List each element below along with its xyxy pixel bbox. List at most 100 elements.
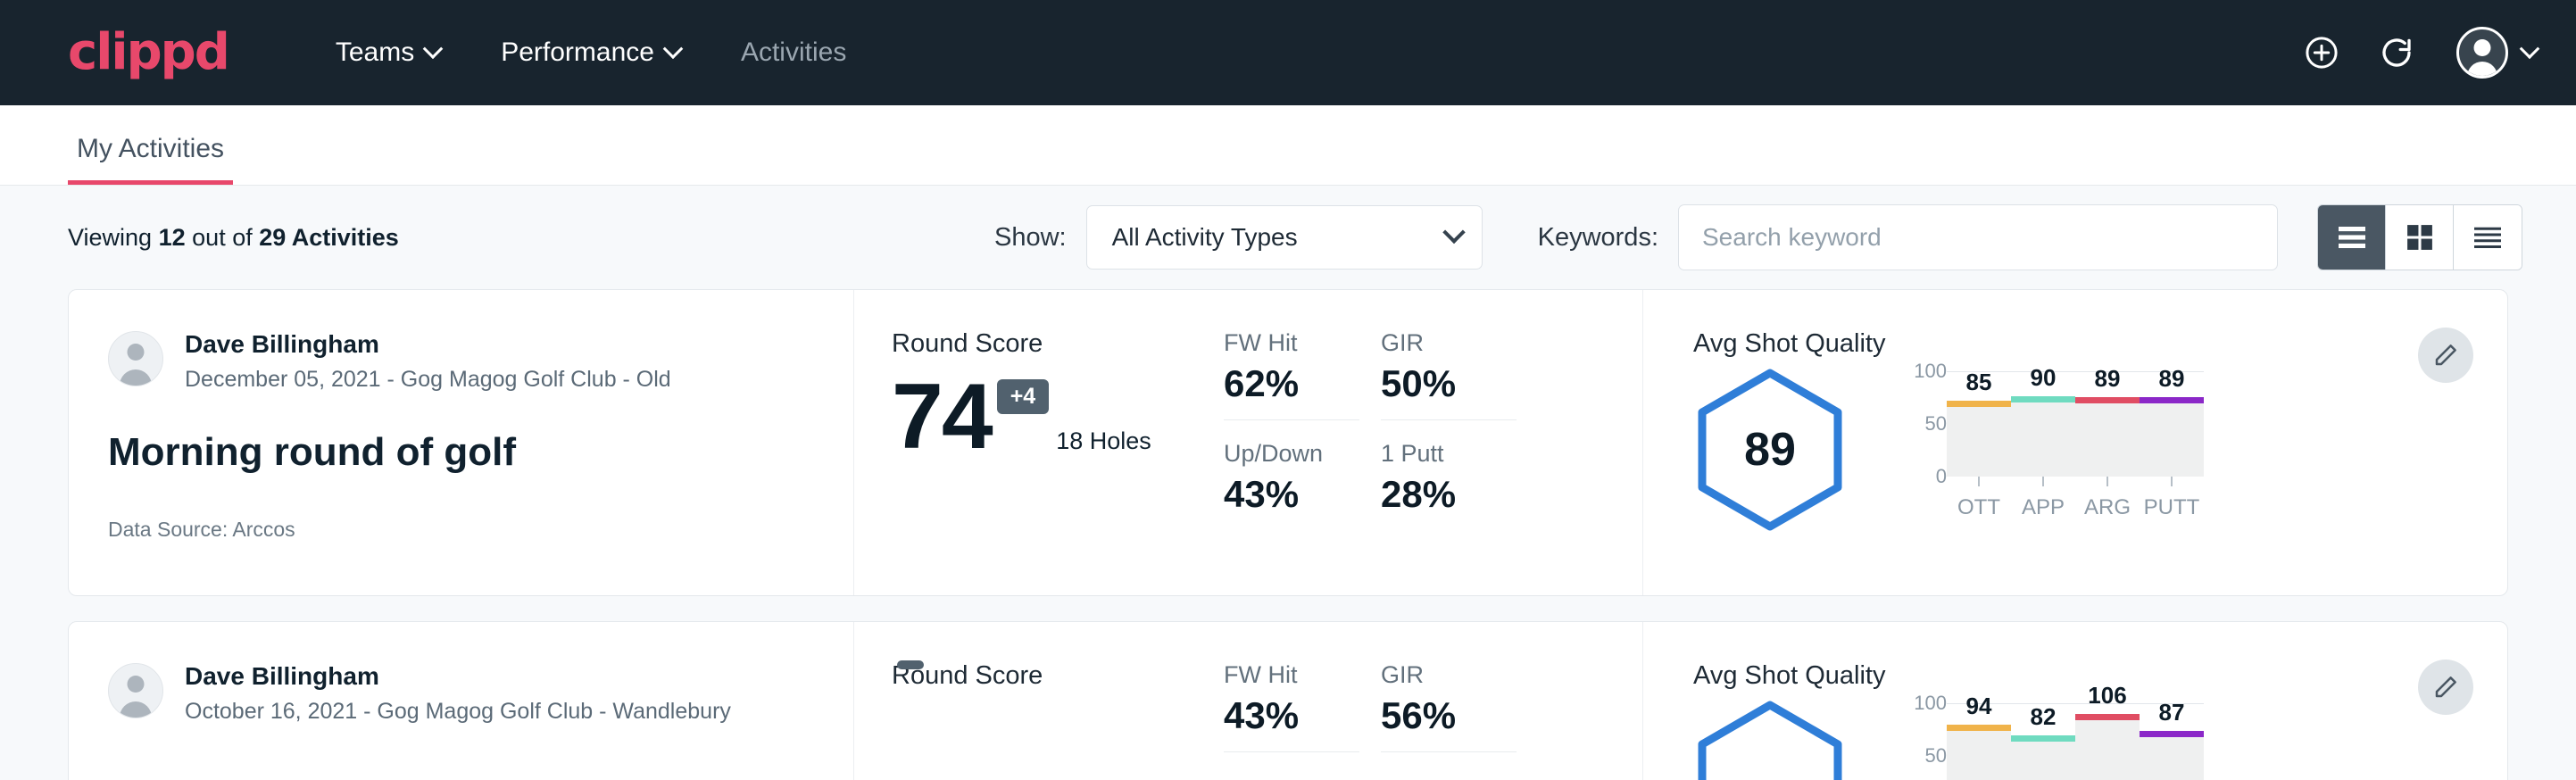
activity-meta: October 16, 2021 - Gog Magog Golf Club -…	[185, 699, 731, 725]
round-score-label: Round Score	[892, 661, 1224, 691]
bar-cap	[2140, 731, 2204, 737]
bar-column-ott[interactable]: 85	[1947, 371, 2011, 477]
bar-value: 89	[2095, 365, 2121, 393]
y-tick: 100	[1914, 360, 1947, 383]
avatar	[108, 331, 163, 386]
round-score-column: Round Score 74 +4 18 Holes	[854, 290, 1224, 595]
search-input[interactable]	[1702, 223, 2254, 252]
x-tick-ott: OTT	[1947, 477, 2011, 520]
bar-column-putt[interactable]: 89	[2140, 371, 2204, 477]
search-input-wrapper[interactable]	[1678, 204, 2278, 270]
bar-column-app[interactable]: 90	[2011, 371, 2075, 477]
bar	[1947, 725, 2011, 780]
viewing-count: 12	[159, 224, 186, 251]
activity-card[interactable]: Dave Billingham October 16, 2021 - Gog M…	[68, 621, 2508, 780]
chevron-down-icon	[2520, 38, 2540, 59]
round-score-row: 74 +4 18 Holes	[892, 375, 1224, 461]
avatar	[108, 663, 163, 718]
bar	[2075, 397, 2140, 477]
show-label: Show:	[994, 223, 1067, 253]
round-score-value: 74	[892, 375, 992, 461]
quality-hexagon-wrap: 89	[1693, 362, 1872, 532]
author-name: Dave Billingham	[185, 329, 671, 360]
viewing-count-text: Viewing 12 out of 29 Activities	[68, 224, 399, 252]
edit-activity-button[interactable]	[2418, 328, 2473, 383]
bar-cap	[2140, 397, 2204, 403]
activity-type-select[interactable]: All Activity Types	[1086, 205, 1483, 270]
bar-value: 82	[2031, 703, 2057, 731]
round-score-label: Round Score	[892, 329, 1224, 359]
quality-hexagon-wrap	[1693, 694, 1872, 780]
tab-label: My Activities	[77, 134, 224, 163]
stat-value: 62%	[1224, 362, 1359, 420]
chart-x-axis: OTT APP ARG	[1947, 477, 2204, 520]
activity-card[interactable]: Dave Billingham December 05, 2021 - Gog …	[68, 289, 2508, 596]
stat-gir: GIR 50%	[1381, 329, 1517, 420]
viewing-total: 29 Activities	[259, 224, 399, 251]
tick-mark	[1978, 477, 1980, 486]
quality-hexagon: 89	[1693, 368, 1847, 532]
avatar-head	[128, 344, 145, 361]
compact-view-button[interactable]	[2454, 205, 2522, 270]
author-text: Dave Billingham October 16, 2021 - Gog M…	[185, 661, 731, 725]
avatar-body	[120, 369, 152, 386]
x-label: PUTT	[2144, 495, 2200, 520]
stat-fw-hit: FW Hit 43%	[1224, 661, 1359, 752]
stat-one-putt: 1 Putt 28%	[1381, 420, 1517, 530]
filter-bar: Viewing 12 out of 29 Activities Show: Al…	[0, 186, 2576, 289]
chart-y-axis: 100 50 0	[1897, 703, 1947, 780]
bar-column-arg[interactable]: 89	[2075, 371, 2140, 477]
stat-label: FW Hit	[1224, 661, 1359, 689]
list-view-icon	[2335, 224, 2369, 251]
activity-type-value: All Activity Types	[1112, 223, 1446, 252]
stat-gir: GIR 56%	[1381, 661, 1517, 752]
bar	[1947, 401, 2011, 477]
bar	[2011, 735, 2075, 780]
avg-shot-quality-label: Avg Shot Quality	[1693, 661, 2454, 691]
bar-column-putt[interactable]: 87	[2140, 703, 2204, 780]
stat-value: 50%	[1381, 362, 1517, 420]
bar-cap	[2011, 396, 2075, 402]
avg-shot-quality-label: Avg Shot Quality	[1693, 329, 2454, 359]
grid-view-button[interactable]	[2386, 205, 2454, 270]
list-view-button[interactable]	[2318, 205, 2386, 270]
account-icon[interactable]	[2456, 27, 2537, 79]
tab-my-activities[interactable]: My Activities	[68, 134, 233, 185]
keywords-label: Keywords:	[1538, 223, 1658, 253]
bar-cap	[1947, 725, 2011, 731]
chart-plot-area: 85 90	[1947, 371, 2204, 477]
chart-plot-area: 94 82	[1947, 703, 2204, 780]
refresh-icon[interactable]	[2376, 32, 2417, 73]
bar	[2140, 731, 2204, 780]
nav-item-performance[interactable]: Performance	[470, 37, 710, 68]
pencil-icon	[2432, 342, 2459, 369]
x-tick-arg: ARG	[2075, 477, 2140, 520]
grid-view-icon	[2405, 222, 2435, 253]
bar-column-app[interactable]: 82	[2011, 703, 2075, 780]
shot-quality-body: 100 50 0 94	[1693, 694, 2454, 780]
shot-quality-column: Avg Shot Quality 89 100 50 0	[1643, 290, 2507, 595]
bar-column-arg[interactable]: 106	[2075, 703, 2140, 780]
avatar-head	[128, 676, 145, 693]
stat-value: 43%	[1224, 473, 1359, 530]
nav-item-activities[interactable]: Activities	[710, 37, 877, 68]
chart-bars: 85 90	[1947, 371, 2204, 477]
bar-column-ott[interactable]: 94	[1947, 703, 2011, 780]
tick-mark	[2042, 477, 2044, 486]
bar	[2140, 397, 2204, 477]
bar-value: 89	[2159, 365, 2185, 393]
nav-item-teams[interactable]: Teams	[305, 37, 470, 68]
brand-logo[interactable]: clippd	[68, 28, 229, 78]
activity-author: Dave Billingham October 16, 2021 - Gog M…	[108, 661, 818, 725]
chevron-down-icon	[1442, 221, 1465, 244]
edit-activity-button[interactable]	[2418, 660, 2473, 715]
y-tick: 50	[1925, 412, 1947, 436]
avatar-body	[2467, 62, 2497, 79]
add-icon[interactable]	[2301, 32, 2342, 73]
stat-label: FW Hit	[1224, 329, 1359, 357]
x-label: OTT	[1957, 495, 2000, 520]
nav-item-label: Activities	[741, 37, 846, 68]
round-score-row	[892, 707, 1224, 716]
bar	[2075, 714, 2140, 780]
author-name: Dave Billingham	[185, 661, 731, 692]
